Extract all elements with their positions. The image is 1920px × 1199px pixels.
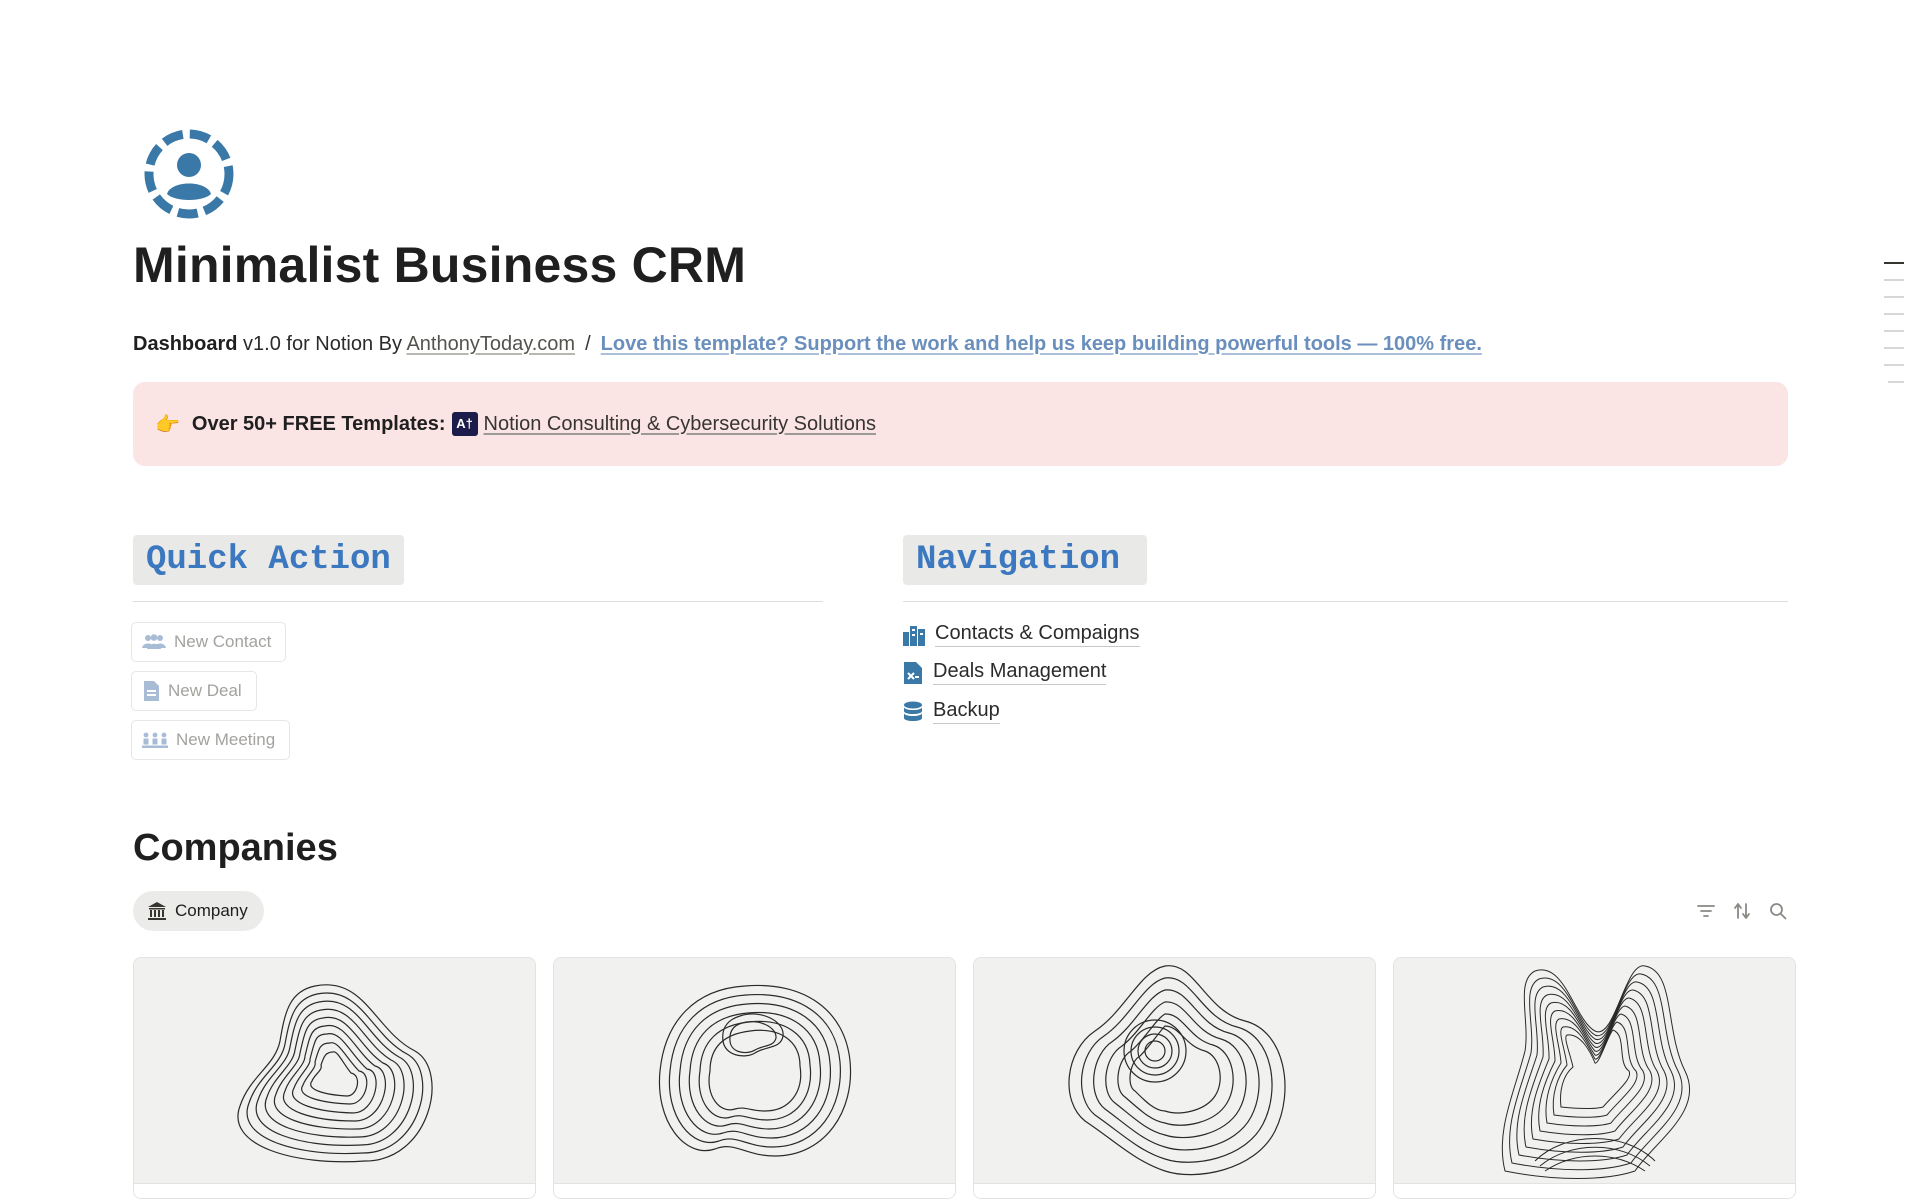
table-of-contents-indicator[interactable] xyxy=(1884,262,1904,398)
new-deal-button[interactable]: New Deal xyxy=(131,671,257,711)
view-tab-label: Company xyxy=(175,901,248,920)
new-meeting-button[interactable]: New Meeting xyxy=(131,720,291,760)
toc-line xyxy=(1884,296,1904,298)
toc-line xyxy=(1884,347,1904,349)
database-icon xyxy=(904,701,922,721)
templates-callout: 👉 Over 50+ FREE Templates: A† Notion Con… xyxy=(133,382,1788,466)
new-contact-button[interactable]: New Contact xyxy=(131,622,287,662)
support-link[interactable]: Love this template? Support the work and… xyxy=(601,333,1482,355)
nav-contacts-campaigns[interactable]: Contacts & Compaigns xyxy=(903,622,1140,647)
separator: / xyxy=(585,333,591,355)
navigation-divider xyxy=(903,601,1788,602)
company-card[interactable] xyxy=(973,957,1376,1199)
nav-backup[interactable]: Backup xyxy=(903,699,1000,724)
topographic-art-cover xyxy=(554,958,955,1183)
topographic-art-cover xyxy=(974,958,1375,1183)
card-footer xyxy=(554,1183,955,1198)
new-meeting-label: New Meeting xyxy=(176,730,276,749)
city-icon xyxy=(903,625,925,646)
spreadsheet-icon xyxy=(904,661,922,684)
search-icon[interactable] xyxy=(1767,900,1789,922)
toc-line xyxy=(1884,313,1904,315)
toc-line-active xyxy=(1884,262,1904,264)
user-circle-icon[interactable] xyxy=(143,128,235,220)
version-text: v1.0 for Notion By xyxy=(237,333,407,355)
author-link[interactable]: AnthonyToday.com xyxy=(406,333,575,355)
bank-icon xyxy=(147,901,167,921)
companies-title: Companies xyxy=(133,827,338,869)
nav-deals-label: Deals Management xyxy=(933,660,1107,685)
topographic-art-cover xyxy=(134,958,535,1183)
consulting-link[interactable]: Notion Consulting & Cybersecurity Soluti… xyxy=(484,413,876,436)
quick-action-heading: Quick Action xyxy=(133,535,404,585)
company-card[interactable] xyxy=(133,957,536,1199)
new-deal-label: New Deal xyxy=(168,681,242,700)
toc-line xyxy=(1884,330,1904,332)
callout-bold-text: Over 50+ FREE Templates: xyxy=(191,412,446,435)
filter-icon[interactable] xyxy=(1695,900,1717,922)
card-footer xyxy=(134,1183,535,1198)
page-title: Minimalist Business CRM xyxy=(133,237,747,293)
card-footer xyxy=(1394,1183,1795,1198)
document-icon xyxy=(144,681,159,701)
new-contact-label: New Contact xyxy=(174,632,272,651)
card-footer xyxy=(974,1183,1375,1198)
consulting-logo-icon: A† xyxy=(451,412,478,436)
sort-icon[interactable] xyxy=(1731,900,1753,922)
dashboard-label: Dashboard xyxy=(133,333,238,355)
people-icon xyxy=(142,634,166,649)
toc-line xyxy=(1884,364,1904,366)
nav-deals-management[interactable]: Deals Management xyxy=(903,660,1107,685)
toc-line xyxy=(1884,279,1904,281)
topographic-art-cover xyxy=(1394,958,1795,1183)
view-tab-company[interactable]: Company xyxy=(133,891,264,931)
navigation-heading: Navigation xyxy=(903,535,1147,585)
company-card[interactable] xyxy=(1393,957,1796,1199)
nav-contacts-label: Contacts & Compaigns xyxy=(935,622,1140,647)
company-card[interactable] xyxy=(553,957,956,1199)
toc-line xyxy=(1888,381,1904,383)
page-subtitle: Dashboard v1.0 for Notion By AnthonyToda… xyxy=(133,333,1482,356)
pointing-hand-icon: 👉 xyxy=(155,413,180,436)
meeting-icon xyxy=(142,732,168,748)
quick-action-divider xyxy=(133,601,823,602)
nav-backup-label: Backup xyxy=(933,699,1000,724)
